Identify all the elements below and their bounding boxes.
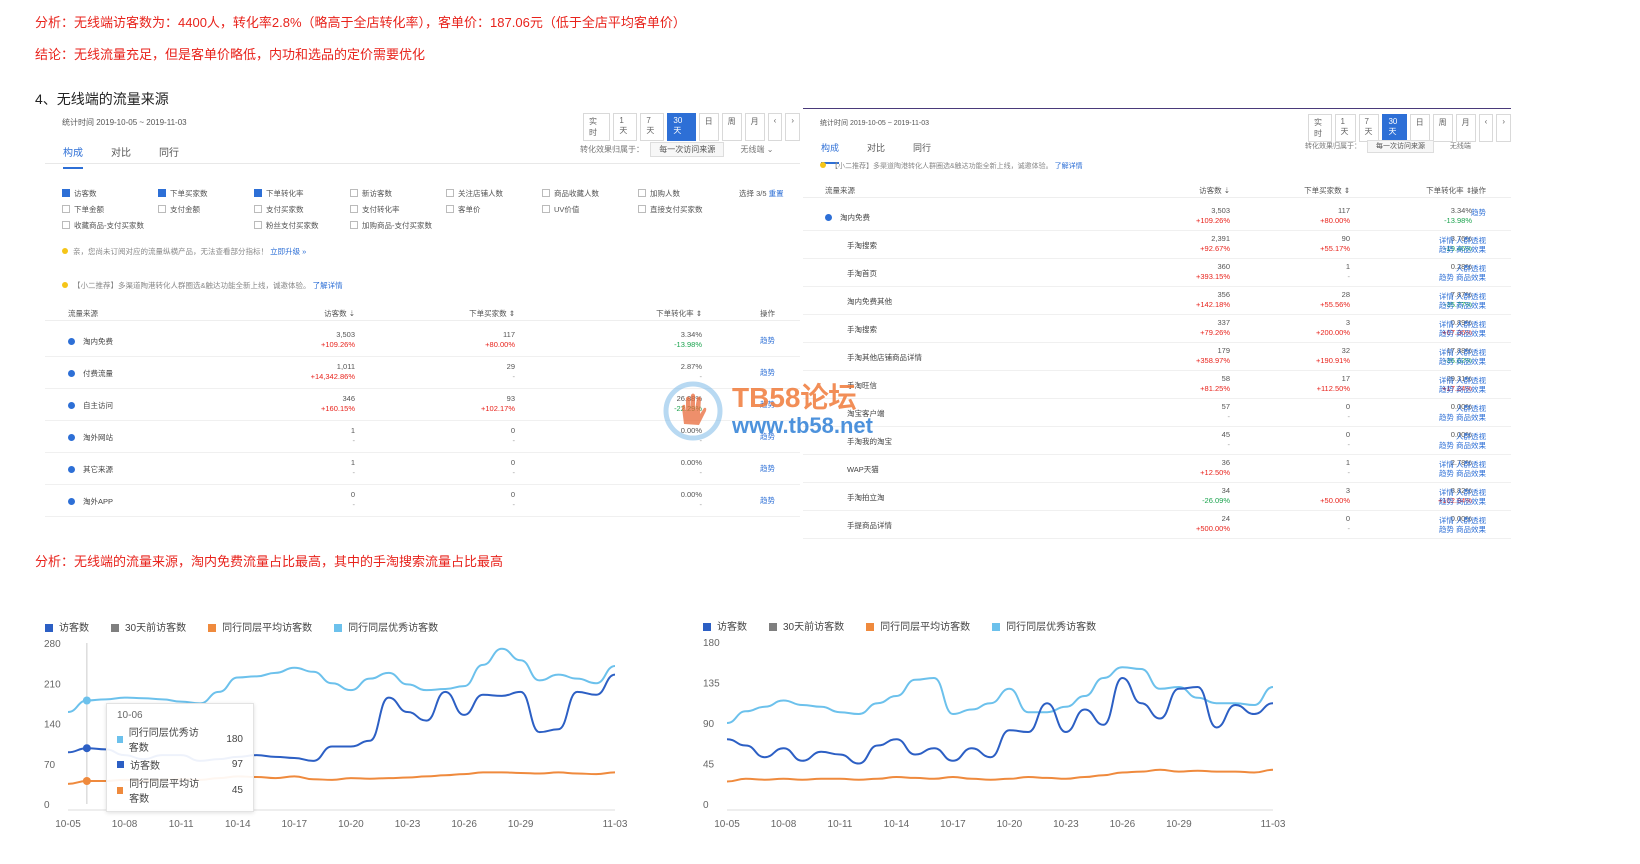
x-tick-label: 10-20	[997, 819, 1023, 830]
series-line[interactable]	[726, 666, 1274, 724]
series-line[interactable]	[726, 768, 1274, 783]
y-tick-label: 135	[703, 679, 720, 690]
x-tick-label: 10-08	[771, 819, 797, 830]
chart-plot-area[interactable]: 0 45 90 135 180 10-05 10-08 10-11 10-14 10-17 10-2…	[0, 0, 1640, 864]
x-tick-label: 10-29	[1166, 819, 1192, 830]
y-tick-label: 0	[703, 800, 709, 811]
x-tick-label: 10-11	[828, 819, 853, 830]
x-tick-label: 10-14	[884, 819, 910, 830]
x-tick-label: 10-17	[940, 819, 966, 830]
x-tick-label: 10-23	[1053, 819, 1079, 830]
series-line[interactable]	[726, 676, 1274, 765]
y-tick-label: 90	[703, 719, 715, 730]
x-tick-label: 10-26	[1110, 819, 1136, 830]
x-tick-label: 10-05	[714, 819, 740, 830]
y-tick-label: 45	[703, 760, 715, 771]
x-tick-label: 11-03	[1261, 819, 1286, 830]
y-tick-label: 180	[703, 638, 720, 649]
